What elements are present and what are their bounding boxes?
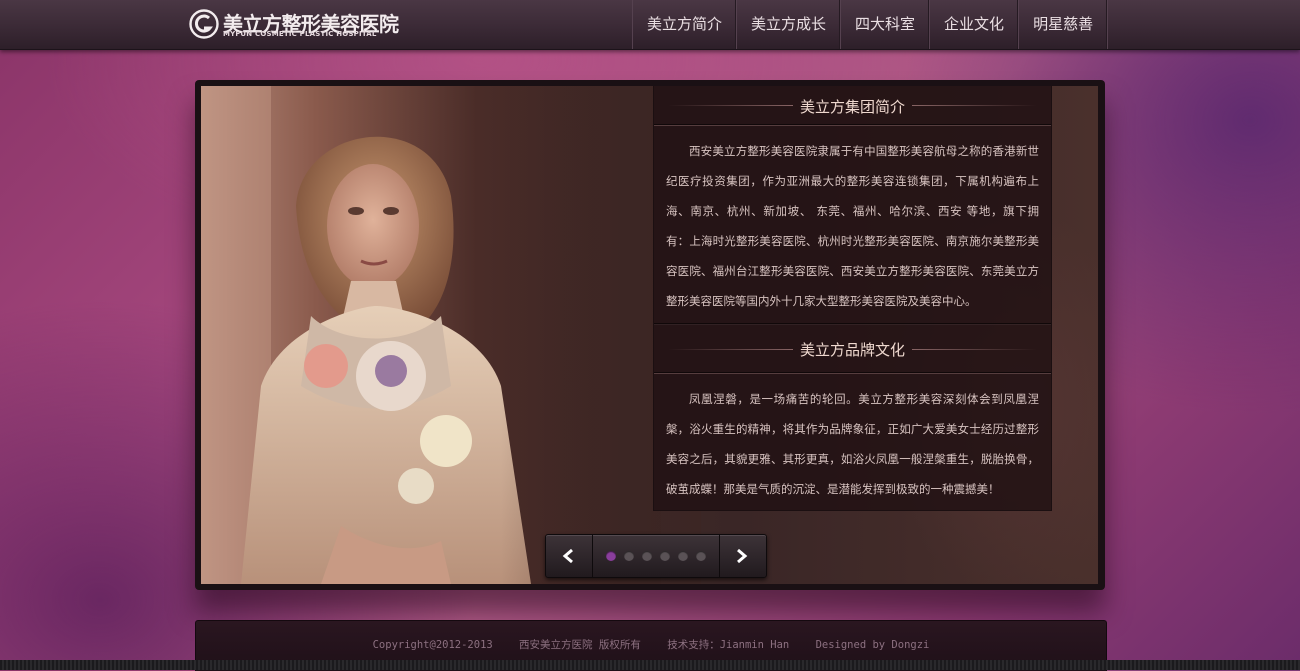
nav-item-charity[interactable]: 明星慈善 <box>1019 0 1109 49</box>
slide-dot[interactable] <box>660 551 670 561</box>
bottom-strip <box>0 660 1300 670</box>
section2-title: 美立方品牌文化 <box>799 341 905 359</box>
main-nav: 美立方简介 美立方成长 四大科室 企业文化 明星慈善 <box>632 0 1109 49</box>
top-navigation-bar: 美立方整形美容医院 MYFUN COSMETIC PLASTIC HOSPITA… <box>0 0 1300 50</box>
slide-dot[interactable] <box>624 551 634 561</box>
section1-title: 美立方集团简介 <box>799 98 905 116</box>
footer-designer: Designed by Dongzi <box>815 639 930 651</box>
section-heading-intro: 美立方集团简介 <box>654 86 1051 125</box>
footer-owner: 西安美立方医院 版权所有 <box>519 639 641 651</box>
section-heading-brand: 美立方品牌文化 <box>654 324 1051 373</box>
chevron-left-icon <box>562 548 573 564</box>
next-slide-button[interactable] <box>719 535 766 577</box>
slider-frame: 美立方集团简介 西安美立方整形美容医院隶属于有中国整形美容航母之称的香港新世纪医… <box>195 80 1105 590</box>
nav-item-departments[interactable]: 四大科室 <box>841 0 931 49</box>
slide-dot[interactable] <box>678 551 688 561</box>
footer-text: Copyright@2012-2013 西安美立方医院 版权所有 技术支持：Ji… <box>196 637 1106 652</box>
chevron-right-icon <box>737 548 748 564</box>
footer-tech-support: 技术支持：Jianmin Han <box>667 639 790 651</box>
nav-item-culture[interactable]: 企业文化 <box>930 0 1020 49</box>
slide-dot[interactable] <box>606 551 616 561</box>
slide-dot[interactable] <box>696 551 706 561</box>
nav-item-intro[interactable]: 美立方简介 <box>633 0 738 49</box>
slide-stage: 美立方集团简介 西安美立方整形美容医院隶属于有中国整形美容航母之称的香港新世纪医… <box>201 86 1098 584</box>
slide-indicator-dots <box>606 551 706 561</box>
logo-english-name: MYFUN COSMETIC PLASTIC HOSPITAL <box>223 30 377 38</box>
info-panel: 美立方集团简介 西安美立方整形美容医院隶属于有中国整形美容航母之称的香港新世纪医… <box>653 86 1052 511</box>
footer-copyright: Copyright@2012-2013 <box>372 639 493 651</box>
section2-text: 凤凰涅磐，是一场痛苦的轮回。美立方整形美容深刻体会到凤凰涅槃，浴火重生的精神，将… <box>654 373 1051 511</box>
slide-dot[interactable] <box>642 551 652 561</box>
prev-slide-button[interactable] <box>546 535 593 577</box>
section1-text: 西安美立方整形美容医院隶属于有中国整形美容航母之称的香港新世纪医疗投资集团，作为… <box>654 125 1051 323</box>
slider-controls <box>545 534 767 578</box>
nav-item-growth[interactable]: 美立方成长 <box>737 0 842 49</box>
logo-mark-icon <box>189 9 219 39</box>
